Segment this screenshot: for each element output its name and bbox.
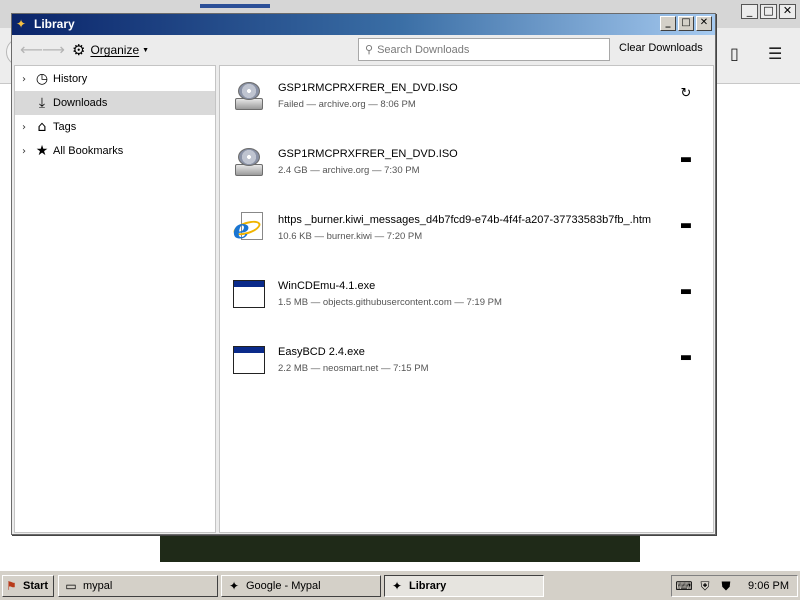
chevron-right-icon[interactable]: › xyxy=(15,146,33,157)
folder-icon[interactable]: ▬ xyxy=(676,216,696,236)
download-filename: WinCDEmu-4.1.exe xyxy=(278,280,376,292)
clear-downloads-button[interactable]: Clear Downloads xyxy=(619,42,703,54)
download-status: 10.6 KB — burner.kiwi — 7:20 PM xyxy=(278,231,423,242)
search-field[interactable]: ⚲ xyxy=(358,38,610,61)
download-item[interactable]: EasyBCD 2.4.exe 2.2 MB — neosmart.net — … xyxy=(220,330,713,396)
minimize-button[interactable]: _ xyxy=(660,16,676,31)
sidebar-toggle-icon[interactable]: ▯ xyxy=(730,44,739,63)
folder-icon[interactable]: ▬ xyxy=(676,282,696,302)
maximize-button[interactable]: □ xyxy=(760,4,777,19)
download-filename: https _burner.kiwi_messages_d4b7fcd9-e74… xyxy=(278,214,652,226)
search-input[interactable] xyxy=(377,43,598,56)
download-status: 2.2 MB — neosmart.net — 7:15 PM xyxy=(278,363,429,374)
sidebar-item-tags[interactable]: › ⌂ Tags xyxy=(15,115,215,139)
download-item[interactable]: GSP1RMCPRXFRER_EN_DVD.ISO 2.4 GB — archi… xyxy=(220,132,713,198)
disc-icon xyxy=(233,146,267,178)
download-filename: GSP1RMCPRXFRER_EN_DVD.ISO xyxy=(278,82,458,94)
sidebar-item-label: All Bookmarks xyxy=(53,145,124,157)
window-title: Library xyxy=(34,17,75,31)
security-icon[interactable]: ⛊ xyxy=(717,579,735,594)
sidebar-item-label: Downloads xyxy=(53,97,108,109)
download-item[interactable]: WinCDEmu-4.1.exe 1.5 MB — objects.github… xyxy=(220,264,713,330)
download-icon: ⤓ xyxy=(38,95,46,111)
download-status: Failed — archive.org — 8:06 PM xyxy=(278,99,416,110)
folder-icon[interactable]: ▬ xyxy=(676,348,696,368)
chevron-right-icon[interactable]: › xyxy=(15,74,33,85)
organize-button[interactable]: ⚙ Organize ▼ xyxy=(72,41,149,59)
library-toolbar: ⟵ ⟶ ⚙ Organize ▼ ⚲ Clear Downloads xyxy=(12,35,715,65)
library-window: ✦ Library _ □ ✕ ⟵ ⟶ ⚙ Organize ▼ ⚲ Clear… xyxy=(11,13,716,535)
minimize-button[interactable]: _ xyxy=(741,4,758,19)
mypal-icon: ✦ xyxy=(228,579,240,593)
chevron-right-icon[interactable]: › xyxy=(15,122,33,133)
start-button[interactable]: ⚑ Start xyxy=(2,575,54,597)
download-filename: GSP1RMCPRXFRER_EN_DVD.ISO xyxy=(278,148,458,160)
background-tab-indicator xyxy=(200,4,270,8)
retry-icon[interactable]: ↻ xyxy=(676,84,696,104)
download-item[interactable]: GSP1RMCPRXFRER_EN_DVD.ISO Failed — archi… xyxy=(220,66,713,132)
forward-arrow-icon[interactable]: ⟶ xyxy=(42,40,65,59)
close-button[interactable]: ✕ xyxy=(779,4,796,19)
library-sidebar: › ◷ History ⤓ Downloads › ⌂ Tags › ★ All… xyxy=(14,65,216,533)
close-button[interactable]: ✕ xyxy=(696,16,712,31)
back-arrow-icon[interactable]: ⟵ xyxy=(20,40,43,59)
task-label: Google - Mypal xyxy=(246,580,321,592)
gear-icon: ⚙ xyxy=(72,41,86,59)
sidebar-item-history[interactable]: › ◷ History xyxy=(15,67,215,91)
ie-document-icon: e xyxy=(231,212,267,244)
download-filename: EasyBCD 2.4.exe xyxy=(278,346,365,358)
background-page-banner xyxy=(160,534,640,562)
mypal-icon: ✦ xyxy=(391,579,403,593)
executable-icon xyxy=(233,278,267,310)
library-titlebar[interactable]: ✦ Library _ □ ✕ xyxy=(12,14,715,35)
disc-icon xyxy=(233,80,267,112)
download-status: 2.4 GB — archive.org — 7:30 PM xyxy=(278,165,420,176)
shield-icon[interactable]: ⛨ xyxy=(696,579,714,594)
maximize-button[interactable]: □ xyxy=(678,16,694,31)
download-item[interactable]: e https _burner.kiwi_messages_d4b7fcd9-e… xyxy=(220,198,713,264)
taskbar-button-google-mypal[interactable]: ✦ Google - Mypal xyxy=(221,575,381,597)
clock-icon: ◷ xyxy=(35,71,49,87)
star-icon: ★ xyxy=(35,143,49,159)
window-controls: _ □ ✕ xyxy=(658,16,712,31)
tag-icon: ⌂ xyxy=(37,119,47,135)
download-status: 1.5 MB — objects.githubusercontent.com —… xyxy=(278,297,502,308)
folder-icon: ▭ xyxy=(65,579,77,593)
sidebar-item-label: Tags xyxy=(53,121,77,133)
search-icon: ⚲ xyxy=(365,43,374,56)
sidebar-item-label: History xyxy=(53,73,88,85)
taskbar: ⚑ Start ▭ mypal ✦ Google - Mypal ✦ Libra… xyxy=(0,570,800,600)
folder-icon[interactable]: ▬ xyxy=(676,150,696,170)
task-label: Library xyxy=(409,580,447,592)
organize-label: Organize xyxy=(90,43,140,57)
downloads-list: GSP1RMCPRXFRER_EN_DVD.ISO Failed — archi… xyxy=(219,65,714,533)
sidebar-item-downloads[interactable]: ⤓ Downloads xyxy=(15,91,215,115)
chevron-down-icon: ▼ xyxy=(142,46,150,54)
system-tray: ⌨ ⛨ ⛊ 9:06 PM xyxy=(671,575,798,597)
start-label: Start xyxy=(23,580,49,592)
menu-icon[interactable]: ☰ xyxy=(768,44,782,63)
task-label: mypal xyxy=(83,580,113,592)
background-window-controls: _ □ ✕ xyxy=(741,4,796,19)
executable-icon xyxy=(233,344,267,376)
clock: 9:06 PM xyxy=(748,580,789,592)
mypal-icon: ✦ xyxy=(16,17,27,31)
windows-logo-icon: ⚑ xyxy=(6,579,17,593)
taskbar-button-library[interactable]: ✦ Library xyxy=(384,575,544,597)
taskbar-button-mypal[interactable]: ▭ mypal xyxy=(58,575,218,597)
keyboard-icon[interactable]: ⌨ xyxy=(675,579,693,593)
sidebar-item-all-bookmarks[interactable]: › ★ All Bookmarks xyxy=(15,139,215,163)
